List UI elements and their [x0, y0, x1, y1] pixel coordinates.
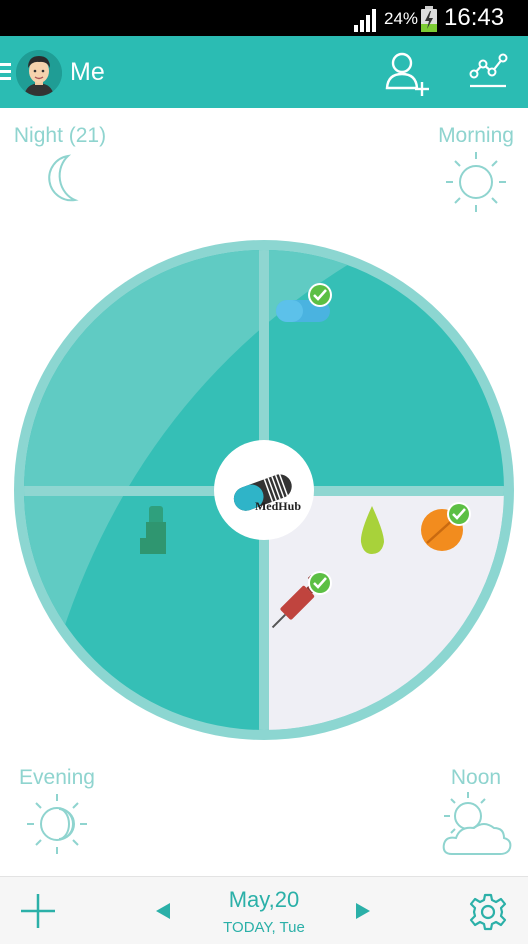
- menu-icon[interactable]: [0, 62, 12, 82]
- noon-label-group[interactable]: Noon: [436, 766, 516, 860]
- noon-label: Noon: [450, 766, 502, 789]
- avatar[interactable]: [16, 50, 62, 96]
- night-label: Night (21): [13, 124, 107, 147]
- quadrant-evening[interactable]: [24, 496, 259, 732]
- page-title: Me: [70, 58, 105, 86]
- add-user-icon[interactable]: [384, 50, 432, 98]
- app-bar: Me: [0, 36, 528, 108]
- status-bar: 24% 16:43: [0, 0, 528, 36]
- settings-icon[interactable]: [468, 892, 508, 932]
- sun-moon-icon: [27, 794, 87, 854]
- morning-label-group[interactable]: Morning: [428, 124, 524, 216]
- signal-icon: [354, 9, 376, 32]
- night-label-group[interactable]: Night (21): [8, 124, 112, 208]
- moon-icon: [48, 154, 79, 202]
- battery-charging-icon: [421, 6, 437, 32]
- quadrant-morning[interactable]: [269, 250, 504, 486]
- quadrant-night[interactable]: [24, 250, 259, 486]
- battery-percent: 24%: [384, 9, 419, 28]
- evening-label: Evening: [19, 766, 95, 789]
- check-icon: [447, 502, 471, 526]
- screen: 24% 16:43 Me Night (21) Morning Evening …: [0, 0, 528, 944]
- chart-icon[interactable]: [468, 52, 508, 92]
- prev-arrow-icon[interactable]: [154, 901, 172, 921]
- clock: 16:43: [444, 4, 505, 31]
- next-arrow-icon[interactable]: [354, 901, 372, 921]
- evening-label-group[interactable]: Evening: [12, 766, 102, 858]
- medication-wheel: MedHub: [14, 240, 528, 750]
- check-icon: [308, 571, 332, 595]
- day-label: TODAY, Tue: [223, 919, 305, 936]
- sun-icon: [446, 152, 506, 212]
- date-label[interactable]: May,20: [184, 887, 344, 913]
- morning-label: Morning: [438, 124, 514, 147]
- sun-cloud-icon: [442, 792, 512, 855]
- medhub-logo: MedHub: [214, 440, 314, 540]
- add-icon[interactable]: [18, 891, 58, 931]
- bottom-bar: May,20 TODAY, Tue: [0, 876, 528, 944]
- check-icon: [308, 283, 332, 307]
- logo-text: MedHub: [255, 499, 301, 513]
- quadrant-noon[interactable]: [269, 495, 528, 750]
